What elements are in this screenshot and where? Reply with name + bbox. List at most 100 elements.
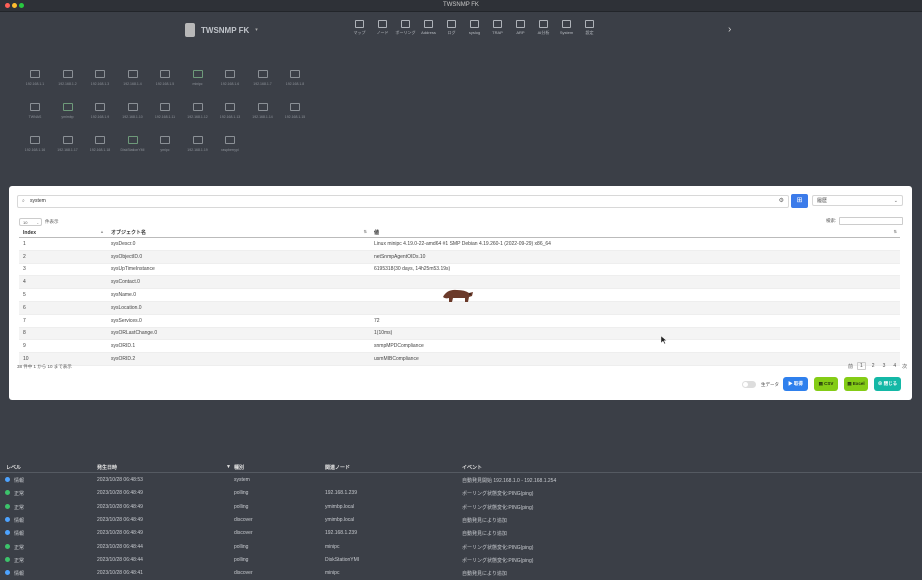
monitor-icon [95, 136, 105, 144]
nav-item[interactable]: System [555, 20, 578, 36]
log-col-node[interactable]: 関連ノード [325, 464, 350, 471]
log-col-level[interactable]: レベル [6, 464, 21, 471]
table-filter-input[interactable] [839, 217, 903, 225]
close-button[interactable]: ⊗ 閉じる [874, 377, 901, 391]
map-node[interactable]: 192.168.1.6 [215, 70, 245, 86]
nav-item[interactable]: ARP [509, 20, 532, 36]
map-node[interactable]: ymipc [150, 136, 180, 152]
column-header-object-name[interactable]: オブジェクト名 ⇅ [107, 228, 370, 238]
trap-icon [493, 20, 502, 28]
table-cell-index: 2 [19, 250, 107, 264]
sort-icon: ⇅ [363, 229, 367, 234]
map-node[interactable]: minipc [183, 70, 213, 86]
log-row[interactable]: 正常 2023/10/28 06:48:49 polling ymimbp.local… [0, 501, 922, 514]
pager-page[interactable]: 3 [881, 363, 888, 369]
monitor-icon [62, 136, 73, 144]
map-node-label: 192.168.1.15 [284, 115, 306, 119]
map-node[interactable]: DiskStationYMI [118, 136, 148, 152]
log-row[interactable]: 情報 2023/10/28 06:48:49 discover 192.168.1.2… [0, 527, 922, 540]
log-cell-type: polling [234, 503, 249, 510]
event-log-header: レベル 発生日時 ▼ 種別 関連ノード イベント [0, 462, 922, 473]
map-node[interactable]: 192.168.1.8 [280, 70, 310, 86]
nav-item[interactable]: ポーリング [394, 20, 417, 36]
log-row[interactable]: 情報 2023/10/28 06:48:41 discover minipc 自動発見に… [0, 567, 922, 580]
pager-page[interactable]: 2 [870, 363, 877, 369]
nav-item[interactable]: マップ [348, 20, 371, 36]
map-node[interactable]: 192.168.1.14 [248, 103, 278, 119]
fetch-button[interactable]: ▶ 取得 [783, 377, 808, 391]
table-row[interactable]: 1 sysDescr.0 Linux minipc 4.19.0-22-amd64 … [19, 237, 900, 251]
pager-next[interactable]: 次 [902, 363, 907, 370]
monitor-icon [160, 103, 170, 111]
log-cell-event: ポーリング状態変化:PING(ping) [462, 544, 534, 551]
map-node[interactable]: 192.168.1.9 [85, 103, 115, 119]
raw-data-toggle[interactable] [742, 381, 756, 388]
map-node[interactable]: 192.168.1.2 [53, 70, 83, 86]
minimize-window-button[interactable] [12, 3, 17, 8]
nav-item[interactable]: AI分析 [532, 20, 555, 36]
page-length-select[interactable]: 10 ⌄ [19, 218, 42, 226]
info-status-icon [5, 477, 10, 482]
log-col-time[interactable]: 発生日時 [97, 464, 117, 471]
map-node-label: minipc [192, 82, 203, 86]
map-node[interactable]: 192.168.1.17 [53, 136, 83, 152]
excel-export-button[interactable]: ▤ Excel [844, 377, 868, 391]
nav-item[interactable]: syslog [463, 20, 486, 36]
map-node[interactable]: 192.168.1.3 [85, 70, 115, 86]
log-row[interactable]: 情報 2023/10/28 06:48:49 discover ymimbp.loca… [0, 514, 922, 527]
nav-item[interactable]: TRAP [486, 20, 509, 36]
table-row[interactable]: 9 sysORID.1 snmpMPDCompliance [19, 339, 900, 354]
log-cell-time: 2023/10/28 06:48:49 [97, 516, 143, 523]
nav-item[interactable]: ノード [371, 20, 394, 36]
table-row[interactable]: 10 sysORID.2 usmMIBCompliance [19, 352, 900, 366]
table-cell-value: usmMIBCompliance [370, 352, 900, 366]
log-cell-node: 192.168.1.239 [325, 530, 357, 537]
pager-page[interactable]: 1 [857, 362, 866, 370]
log-col-event[interactable]: イベント [462, 464, 482, 471]
map-node[interactable]: 192.168.1.5 [150, 70, 180, 86]
column-header-index[interactable]: Index ▲ [19, 228, 107, 238]
map-node[interactable]: 192.168.1.15 [280, 103, 310, 119]
history-select[interactable]: 履歴 ⌄ [812, 195, 903, 206]
table-row[interactable]: 3 sysUpTimeInstance 6195318(30 days, 14h25… [19, 263, 900, 277]
map-node[interactable]: 192.168.1.1 [20, 70, 50, 86]
table-cell-name: sysServices.0 [107, 314, 370, 328]
column-header-value[interactable]: 値 ⇅ [370, 228, 900, 238]
table-row[interactable]: 2 sysObjectID.0 netSnmpAgentOIDs.10 [19, 250, 900, 264]
map-node[interactable]: raspberrypi [215, 136, 245, 152]
gear-icon[interactable]: ⚙ [779, 196, 784, 207]
map-node[interactable]: 192.168.1.12 [183, 103, 213, 119]
table-row[interactable]: 8 sysORLastChange.0 1(10ms) [19, 327, 900, 341]
table-row[interactable]: 7 sysServices.0 72 [19, 314, 900, 328]
map-node[interactable]: 192.168.1.10 [118, 103, 148, 119]
brand-menu[interactable]: TWSNMP FK ▾ [185, 22, 258, 38]
nav-item[interactable]: 設定 [578, 20, 601, 36]
pager-prev[interactable]: 前 [848, 363, 853, 370]
csv-export-button[interactable]: ▤ CSV [814, 377, 838, 391]
nav-collapse-chevron-icon[interactable]: › [728, 24, 731, 35]
map-node[interactable]: 192.168.1.11 [150, 103, 180, 119]
map-node[interactable]: 192.168.1.7 [248, 70, 278, 86]
log-col-type[interactable]: 種別 [234, 464, 244, 471]
map-node[interactable]: 192.168.1.16 [20, 136, 50, 152]
pager-page[interactable]: 4 [891, 363, 898, 369]
zoom-window-button[interactable] [19, 3, 24, 8]
oid-search-input[interactable] [30, 197, 760, 205]
map-node[interactable]: ymimbp [53, 103, 83, 119]
nav-item[interactable]: Address [417, 20, 440, 36]
map-node[interactable]: TWNAS [20, 103, 50, 119]
map-node[interactable]: 192.168.1.18 [85, 136, 115, 152]
log-row[interactable]: 正常 2023/10/28 06:48:44 polling DiskStationY… [0, 554, 922, 567]
main-menu: マップ ノード ポーリング Address ログ syslog TRAP ARP AI分析 Sys… [348, 20, 601, 36]
mib-tree-button[interactable]: ⊞ [791, 194, 808, 208]
log-row[interactable]: 正常 2023/10/28 06:48:44 polling minipc ポーリング状… [0, 541, 922, 554]
nav-item[interactable]: ログ [440, 20, 463, 36]
close-window-button[interactable] [5, 3, 10, 8]
map-node[interactable]: 192.168.1.13 [215, 103, 245, 119]
map-node[interactable]: 192.168.1.4 [118, 70, 148, 86]
log-row[interactable]: 正常 2023/10/28 06:48:49 polling 192.168.1.23… [0, 487, 922, 500]
csv-button-label: CSV [824, 381, 834, 386]
map-node[interactable]: 192.168.1.19 [183, 136, 213, 152]
log-row[interactable]: 情報 2023/10/28 06:48:53 system 自動発見開始 192.16… [0, 474, 922, 487]
table-cell-index: 4 [19, 275, 107, 290]
